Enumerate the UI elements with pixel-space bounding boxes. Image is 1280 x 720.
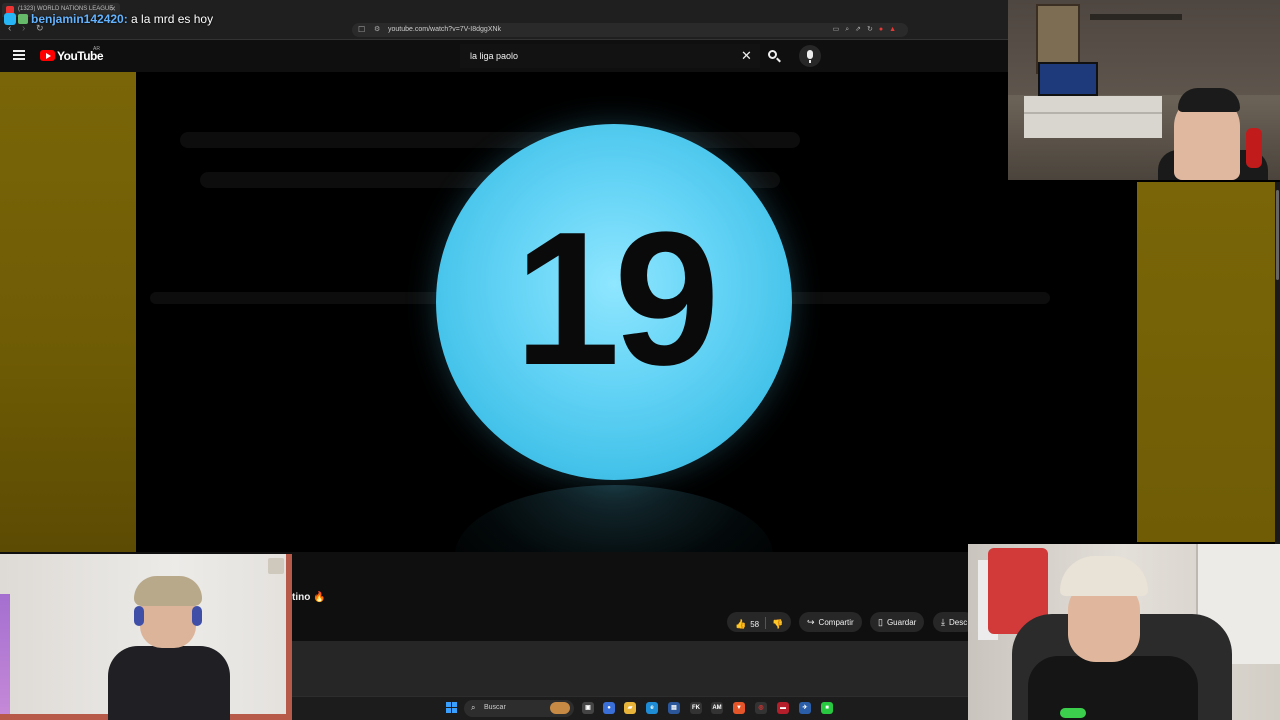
file-explorer-icon[interactable]: ▰ [624, 702, 636, 714]
chat-badge2-icon [18, 14, 28, 24]
bookmark-icon[interactable]: ☐ [358, 25, 365, 34]
video-title-text: tino [292, 592, 311, 603]
microphone-icon [807, 50, 813, 59]
blurred-text [180, 132, 800, 148]
url-field[interactable]: ☐ ⚙ youtube.com/watch?v=7V-I8dggXNk ▭⌕⇗↻… [352, 23, 908, 37]
chat-overlay: benjamin142420: a la mrd es hoy [4, 12, 213, 26]
dislike-icon[interactable]: 👎 [772, 619, 783, 630]
task-view-icon[interactable]: ▣ [582, 702, 594, 714]
download-icon: ⤓ [941, 617, 945, 627]
webcam-guest-left [0, 554, 292, 720]
country-code: AR [93, 46, 100, 52]
brave-icon[interactable]: ▼ [733, 702, 745, 714]
fire-icon: 🔥 [313, 592, 326, 603]
extension-icons[interactable]: ▭⌕⇗↻●▲ [833, 25, 902, 34]
like-dislike-group: 👍 58 👎 [727, 612, 791, 632]
app-icon[interactable]: ● [603, 702, 615, 714]
clear-search-icon[interactable]: ✕ [741, 48, 752, 64]
search-input[interactable] [460, 44, 760, 68]
app-icon[interactable]: AM [711, 702, 723, 714]
site-info-icon[interactable]: ⚙ [374, 25, 380, 33]
chat-badge-icon [4, 13, 16, 25]
chat-username: benjamin142420: [31, 12, 128, 26]
app-icon[interactable]: ◎ [755, 702, 767, 714]
app-icon[interactable]: ▤ [668, 702, 680, 714]
left-side-panel [0, 72, 136, 552]
app-icon[interactable]: ▬ [777, 702, 789, 714]
taskbar-search[interactable]: ⌕ Buscar [464, 700, 574, 717]
save-label: Guardar [886, 618, 917, 627]
url-text: youtube.com/watch?v=7V-I8dggXNk [388, 26, 502, 33]
bookmark-icon: ▯ [878, 617, 883, 627]
right-side-panel [1137, 182, 1275, 542]
voice-search-button[interactable] [799, 45, 821, 67]
webcam-guest-right [968, 544, 1280, 720]
share-button[interactable]: ↪ Compartir [799, 612, 862, 632]
like-icon[interactable]: 👍 [735, 619, 746, 630]
taskbar-search-text: Buscar [484, 704, 506, 711]
windows-start-icon[interactable] [446, 702, 458, 714]
scrollbar-thumb[interactable] [1276, 190, 1279, 280]
save-button[interactable]: ▯ Guardar [870, 612, 925, 632]
edge-icon[interactable]: e [646, 702, 658, 714]
app-icon[interactable]: FK [690, 702, 702, 714]
youtube-logo-icon[interactable] [40, 50, 55, 61]
app-icon[interactable]: ✈ [799, 702, 811, 714]
app-icon[interactable]: ■ [821, 702, 833, 714]
ball-number: 19 [514, 193, 719, 405]
screen: (1323) WORLD NATIONS LEAGUE ✕ ‹ › ↻ ☐ ⚙ … [0, 0, 1280, 720]
chat-message: a la mrd es hoy [127, 12, 214, 26]
video-title: tino 🔥 [292, 592, 326, 603]
webcam-streamer-room [1008, 0, 1280, 180]
like-count[interactable]: 58 [750, 620, 759, 629]
download-label: Desc [948, 618, 968, 627]
menu-icon[interactable] [13, 50, 25, 60]
search-button[interactable] [762, 45, 784, 67]
share-icon: ↪ [807, 617, 815, 627]
search-highlight-icon [550, 702, 570, 714]
youtube-header: YouTube AR ✕ [0, 40, 1008, 72]
share-label: Compartir [818, 618, 854, 627]
number-ball: 19 [436, 124, 792, 480]
search-icon: ⌕ [471, 703, 476, 712]
